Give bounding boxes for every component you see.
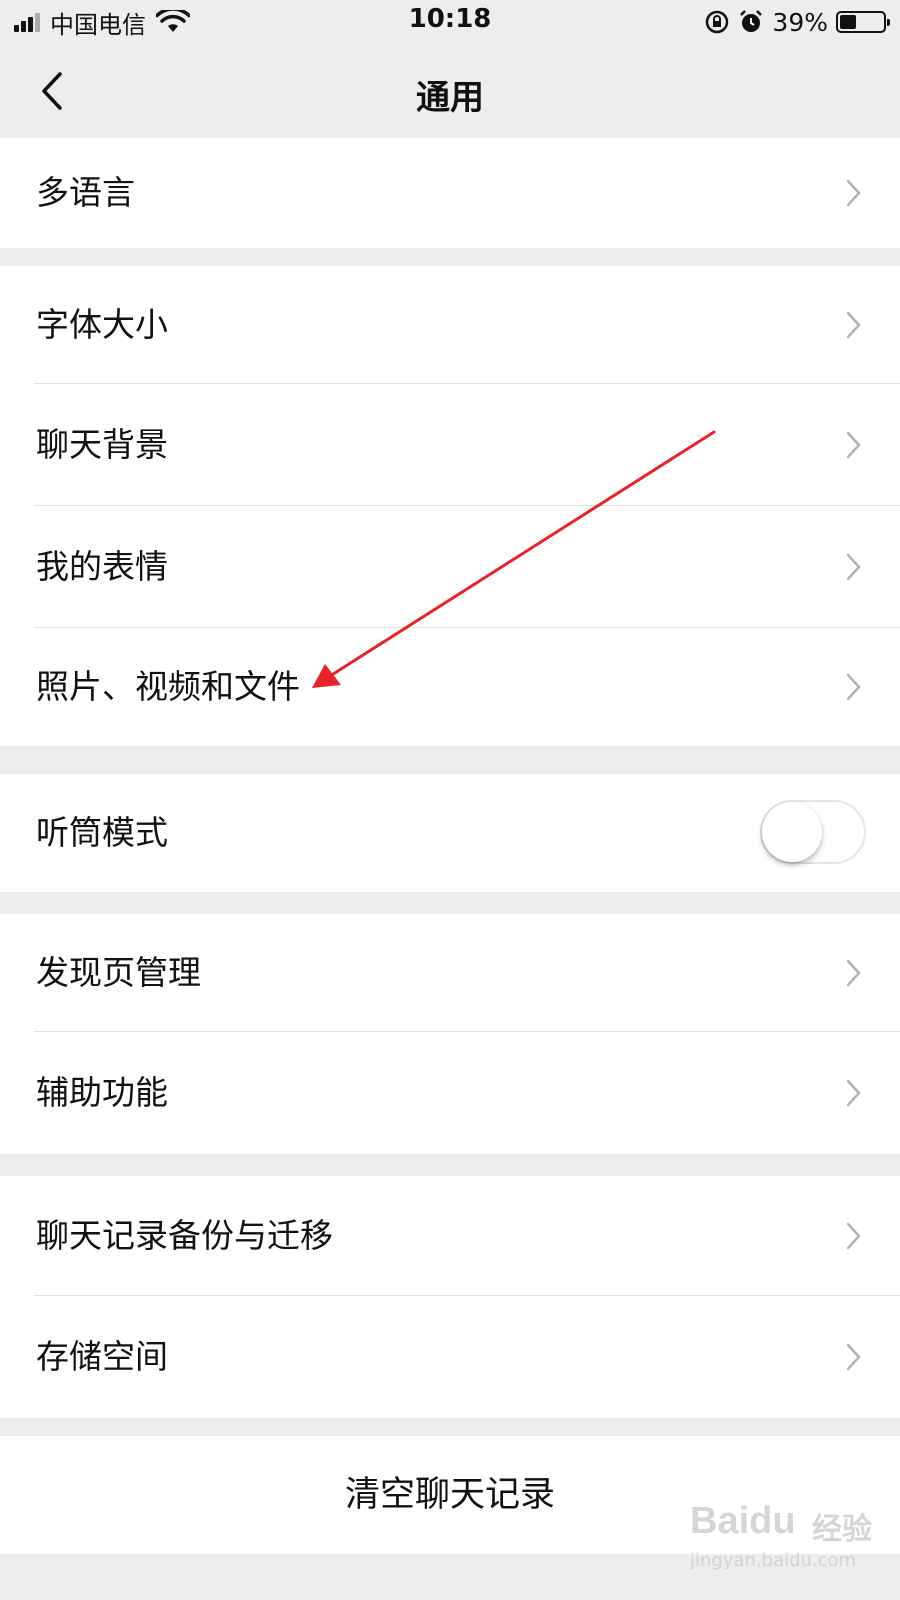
settings-row-storage[interactable]: 存储空间 xyxy=(0,1296,900,1418)
chevron-right-icon xyxy=(846,959,861,987)
chevron-right-icon xyxy=(846,553,861,581)
watermark-logo: Baidu xyxy=(690,1500,796,1542)
row-label: 聊天背景 xyxy=(36,425,168,464)
row-label: 照片、视频和文件 xyxy=(36,667,300,706)
chevron-right-icon xyxy=(846,179,861,207)
row-label: 存储空间 xyxy=(36,1337,168,1376)
chevron-right-icon xyxy=(846,673,861,701)
chevron-right-icon xyxy=(846,311,861,339)
status-bar: 中国电信 10:18 39% xyxy=(0,0,900,44)
page-title: 通用 xyxy=(416,78,484,118)
status-right: 39% xyxy=(704,6,890,38)
row-label: 字体大小 xyxy=(36,305,168,344)
earpiece-mode-toggle[interactable] xyxy=(760,800,866,864)
toggle-knob xyxy=(762,802,822,862)
battery-icon xyxy=(836,11,890,33)
storage-group: 聊天记录备份与迁移 存储空间 xyxy=(0,1176,900,1418)
settings-row-chat-backup[interactable]: 聊天记录备份与迁移 xyxy=(0,1176,900,1296)
rotation-lock-icon xyxy=(706,10,729,34)
discover-group: 发现页管理 辅助功能 xyxy=(0,914,900,1154)
language-group: 多语言 xyxy=(0,138,900,248)
settings-row-accessibility[interactable]: 辅助功能 xyxy=(0,1032,900,1154)
chevron-right-icon xyxy=(846,1222,861,1250)
row-label: 多语言 xyxy=(36,173,135,212)
nav-bar: 通用 xyxy=(0,44,900,138)
battery-fill xyxy=(840,15,856,29)
earpiece-group: 听筒模式 xyxy=(0,774,900,892)
chevron-right-icon xyxy=(846,1343,861,1371)
battery-percent: 39% xyxy=(772,7,828,37)
row-label: 听筒模式 xyxy=(36,813,168,852)
settings-row-photos-videos-files[interactable]: 照片、视频和文件 xyxy=(0,628,900,746)
row-label: 发现页管理 xyxy=(36,953,201,992)
settings-row-my-stickers[interactable]: 我的表情 xyxy=(0,506,900,628)
row-label: 聊天记录备份与迁移 xyxy=(36,1216,333,1255)
settings-row-font-size[interactable]: 字体大小 xyxy=(0,266,900,384)
display-group: 字体大小 聊天背景 我的表情 照片、视频和文件 xyxy=(0,266,900,746)
baidu-jingyan-watermark: Baidu 经验 jingyan.baidu.com xyxy=(690,1500,890,1585)
watermark-url: jingyan.baidu.com xyxy=(690,1550,857,1571)
watermark-jingyan: 经验 xyxy=(812,1512,872,1547)
settings-row-language[interactable]: 多语言 xyxy=(0,138,900,248)
settings-row-discover-manage[interactable]: 发现页管理 xyxy=(0,914,900,1032)
row-label: 我的表情 xyxy=(36,547,168,586)
row-label: 辅助功能 xyxy=(36,1073,168,1112)
chevron-right-icon xyxy=(846,1079,861,1107)
settings-row-earpiece-mode: 听筒模式 xyxy=(0,774,900,892)
chevron-right-icon xyxy=(846,431,861,459)
settings-row-chat-background[interactable]: 聊天背景 xyxy=(0,384,900,506)
alarm-icon xyxy=(740,10,763,32)
